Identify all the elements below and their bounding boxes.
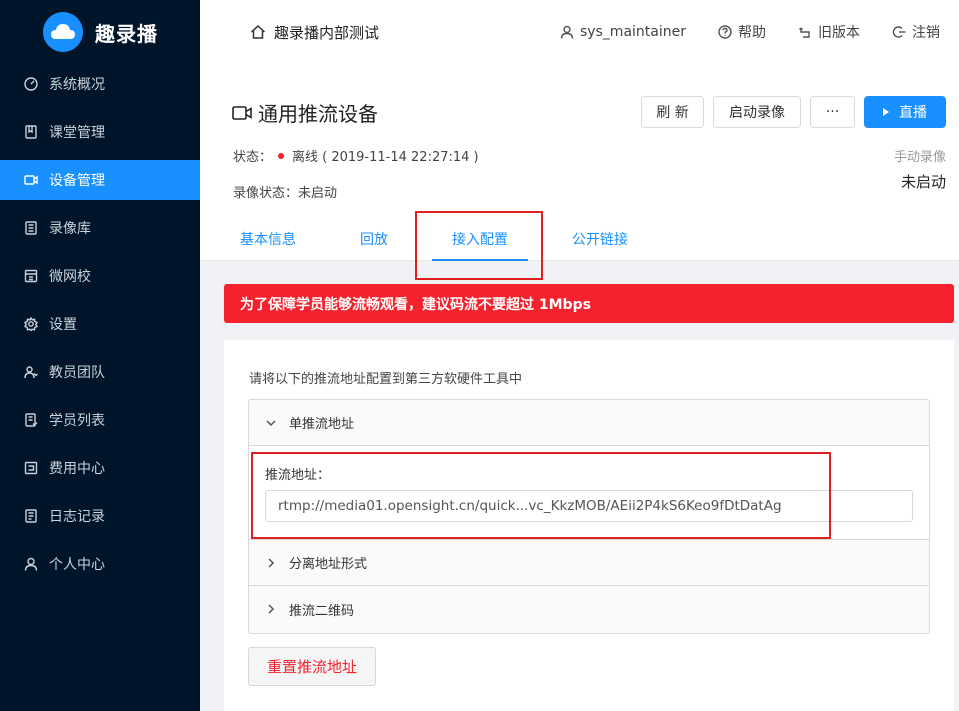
sidebar-item-label: 微网校 <box>49 269 91 285</box>
sidebar-item-team[interactable]: 教员团队 <box>0 352 200 392</box>
record-status: 录像状态：未启动 <box>233 186 338 201</box>
user-icon <box>24 557 38 571</box>
sidebar-item-label: 设备管理 <box>49 173 105 189</box>
sidebar-item-label: 课堂管理 <box>49 125 105 141</box>
stream-url-input[interactable] <box>265 490 913 522</box>
manual-record-value: 未启动 <box>900 173 946 191</box>
sidebar-item-label: 录像库 <box>49 221 91 237</box>
team-icon <box>24 365 38 379</box>
logout-icon <box>892 26 906 38</box>
brand-name: 趣录播 <box>95 21 158 46</box>
bitrate-alert: 为了保障学员能够流畅观看，建议码流不要超过 1Mbps <box>224 284 954 323</box>
panel-title: 单推流地址 <box>289 417 355 432</box>
chevron-down-icon <box>266 419 276 426</box>
help-label: 帮助 <box>738 25 766 41</box>
reset-url-button[interactable]: 重置推流地址 <box>248 647 376 686</box>
old-version-link[interactable]: 旧版本 <box>798 22 860 42</box>
device-title: 通用推流设备 <box>258 102 378 126</box>
sidebar-item-label: 个人中心 <box>49 557 105 573</box>
live-button[interactable]: 直播 <box>864 96 946 128</box>
sidebar-item-label: 系统概况 <box>49 77 105 93</box>
sidebar-item-profile[interactable]: 个人中心 <box>0 544 200 584</box>
help-link[interactable]: 帮助 <box>718 22 766 42</box>
video-camera-icon <box>232 105 252 120</box>
page-title: 通用推流设备 <box>232 98 378 127</box>
device-tabs: 基本信息 回放 接入配置 公开链接 <box>220 221 672 261</box>
school-icon <box>24 269 38 283</box>
sidebar-item-students[interactable]: 学员列表 <box>0 400 200 440</box>
sidebar-item-label: 日志记录 <box>49 509 105 525</box>
chevron-right-icon <box>268 557 275 568</box>
log-icon <box>24 509 38 523</box>
book-icon <box>24 125 38 139</box>
org-selector[interactable]: 趣录播内部测试 <box>250 22 379 43</box>
panel-title: 分离地址形式 <box>289 557 368 572</box>
brand[interactable]: 趣录播 <box>0 0 200 64</box>
sidebar-item-label: 学员列表 <box>49 413 105 429</box>
sidebar-item-school[interactable]: 微网校 <box>0 256 200 296</box>
logout-link[interactable]: 注销 <box>892 22 940 42</box>
video-camera-icon <box>24 173 38 187</box>
chevron-right-icon <box>268 604 275 614</box>
gear-icon <box>24 317 38 331</box>
sidebar-item-billing[interactable]: 费用中心 <box>0 448 200 488</box>
tab-playback[interactable]: 回放 <box>340 221 408 261</box>
user-menu[interactable]: sys_maintainer <box>560 24 686 40</box>
status-value: 离线 ( 2019-11-14 22:27:14 ) <box>292 150 479 165</box>
live-button-label: 直播 <box>899 105 927 121</box>
sidebar-item-logs[interactable]: 日志记录 <box>0 496 200 536</box>
rollback-icon <box>799 27 810 38</box>
stream-collapse: 单推流地址 推流地址： 分离地址形式 推流二维码 <box>248 399 930 634</box>
url-label: 推流地址： <box>265 468 331 483</box>
manual-record: 手动录像 未启动 <box>894 146 946 192</box>
header-actions: sys_maintainer 帮助 旧版本 注销 <box>528 22 940 42</box>
more-button[interactable]: ··· <box>810 96 855 128</box>
home-icon <box>250 24 266 39</box>
logout-label: 注销 <box>912 25 940 41</box>
sidebar-item-devices[interactable]: 设备管理 <box>0 160 200 200</box>
status-line: 状态： 离线 ( 2019-11-14 22:27:14 ) <box>233 146 479 165</box>
device-header: 通用推流设备 状态： 离线 ( 2019-11-14 22:27:14 ) 录像… <box>200 64 959 261</box>
sidebar-item-classroom[interactable]: 课堂管理 <box>0 112 200 152</box>
play-icon <box>883 108 889 116</box>
list-icon <box>24 413 38 427</box>
status-dot <box>278 152 285 159</box>
sidebar-item-recordings[interactable]: 录像库 <box>0 208 200 248</box>
org-name: 趣录播内部测试 <box>274 23 380 42</box>
panel-separate-url[interactable]: 分离地址形式 <box>249 540 929 586</box>
tab-access-config[interactable]: 接入配置 <box>432 221 528 261</box>
access-config-card: 请将以下的推流地址配置到第三方软硬件工具中 单推流地址 推流地址： 分离地址形式… <box>224 340 954 711</box>
question-circle-icon <box>718 25 732 39</box>
sidebar: 趣录播 系统概况 课堂管理 设备管理 录像库 微网校 设置 教员团队 学员列表 … <box>0 0 200 711</box>
cloud-icon <box>43 12 83 52</box>
sidebar-item-settings[interactable]: 设置 <box>0 304 200 344</box>
device-actions: 刷 新 启动录像 ··· 直播 <box>632 96 946 128</box>
sidebar-item-label: 费用中心 <box>49 461 105 477</box>
panel-title: 推流二维码 <box>289 603 355 619</box>
old-version-label: 旧版本 <box>818 25 860 41</box>
status-label: 状态： <box>233 150 273 165</box>
tab-basic-info[interactable]: 基本信息 <box>220 221 316 261</box>
manual-record-label: 手动录像 <box>893 150 946 165</box>
panel-single-url[interactable]: 单推流地址 <box>249 400 929 446</box>
billing-icon <box>24 461 38 475</box>
refresh-button[interactable]: 刷 新 <box>641 96 704 128</box>
config-hint: 请将以下的推流地址配置到第三方软硬件工具中 <box>249 372 523 387</box>
sidebar-menu: 系统概况 课堂管理 设备管理 录像库 微网校 设置 教员团队 学员列表 费用中心… <box>0 64 200 584</box>
sidebar-item-overview[interactable]: 系统概况 <box>0 64 200 104</box>
username: sys_maintainer <box>579 24 686 40</box>
tab-public-link[interactable]: 公开链接 <box>552 221 648 261</box>
library-icon <box>24 221 38 235</box>
sidebar-item-label: 教员团队 <box>49 365 105 381</box>
dashboard-icon <box>24 77 38 91</box>
panel-single-url-body: 推流地址： <box>249 446 929 540</box>
start-record-button[interactable]: 启动录像 <box>713 96 801 128</box>
user-icon <box>560 25 574 39</box>
top-header: 趣录播内部测试 sys_maintainer 帮助 旧版本 注销 <box>200 0 959 64</box>
sidebar-item-label: 设置 <box>49 317 77 333</box>
panel-qrcode[interactable]: 推流二维码 <box>249 586 929 632</box>
